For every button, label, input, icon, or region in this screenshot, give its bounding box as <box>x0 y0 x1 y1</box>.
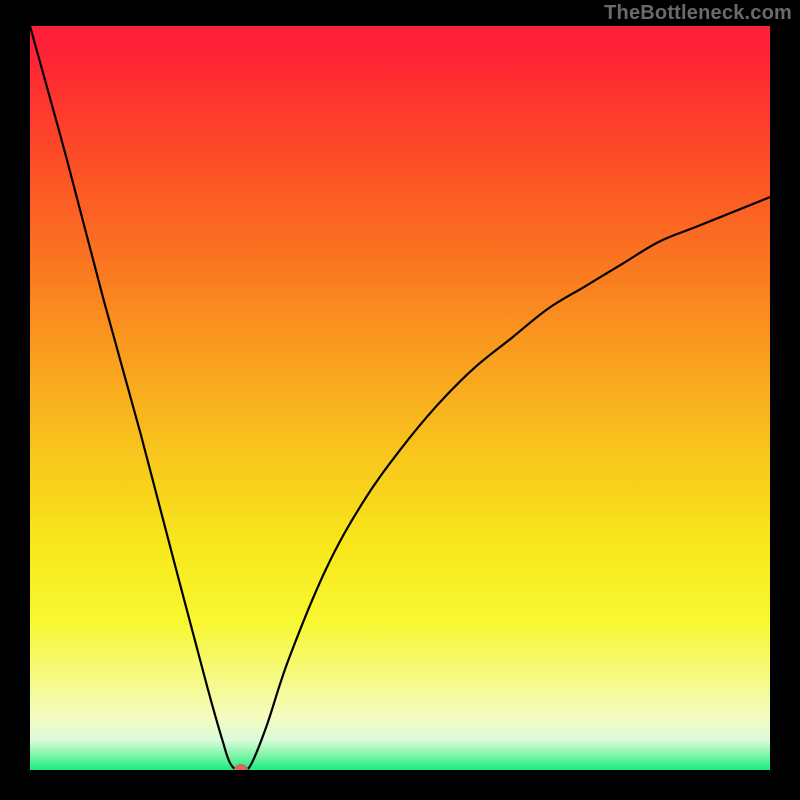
minimum-marker <box>234 764 248 770</box>
bottleneck-curve <box>30 26 770 770</box>
curve-svg <box>30 26 770 770</box>
plot-area <box>30 26 770 770</box>
watermark-text: TheBottleneck.com <box>604 2 792 25</box>
chart-frame: TheBottleneck.com <box>0 0 800 800</box>
